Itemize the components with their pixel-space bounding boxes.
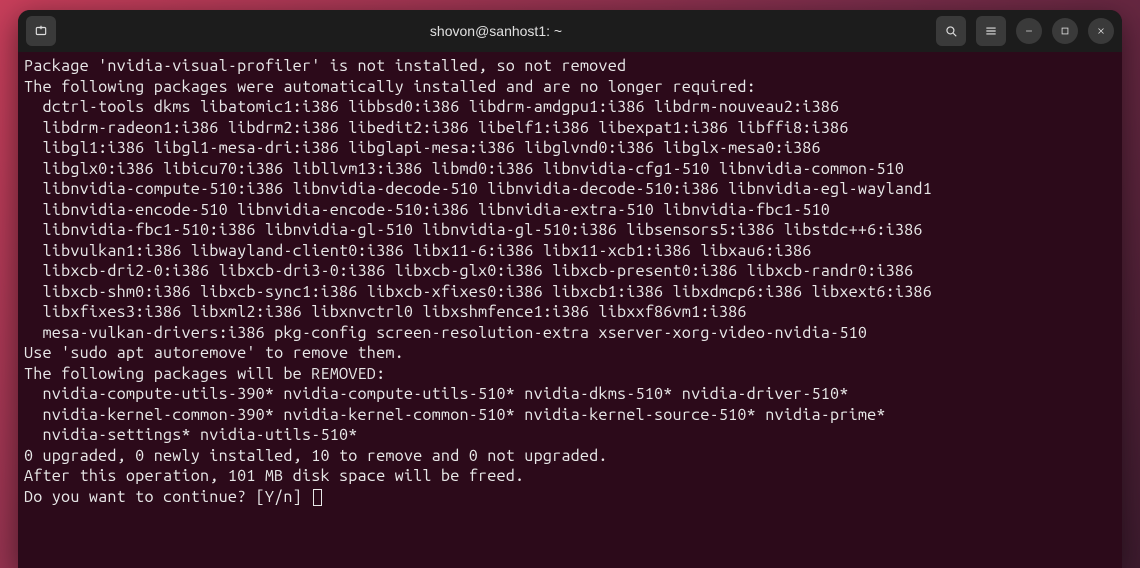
terminal-line: nvidia-settings* nvidia-utils-510* [24,425,1116,446]
terminal-line: Use 'sudo apt autoremove' to remove them… [24,343,1116,364]
menu-button[interactable] [976,16,1006,46]
terminal-line: libvulkan1:i386 libwayland-client0:i386 … [24,241,1116,262]
terminal-line: libxfixes3:i386 libxml2:i386 libxnvctrl0… [24,302,1116,323]
terminal-line: Do you want to continue? [Y/n] [24,487,1116,508]
terminal-line: libnvidia-encode-510 libnvidia-encode-51… [24,200,1116,221]
terminal-line: The following packages will be REMOVED: [24,364,1116,385]
terminal-line: nvidia-compute-utils-390* nvidia-compute… [24,384,1116,405]
terminal-line: libgl1:i386 libgl1-mesa-dri:i386 libglap… [24,138,1116,159]
terminal-line: libnvidia-fbc1-510:i386 libnvidia-gl-510… [24,220,1116,241]
terminal-line: libnvidia-compute-510:i386 libnvidia-dec… [24,179,1116,200]
close-button[interactable] [1088,18,1114,44]
search-button[interactable] [936,16,966,46]
terminal-line: libdrm-radeon1:i386 libdrm2:i386 libedit… [24,118,1116,139]
terminal-line: libxcb-dri2-0:i386 libxcb-dri3-0:i386 li… [24,261,1116,282]
terminal-output[interactable]: Package 'nvidia-visual-profiler' is not … [18,52,1122,568]
terminal-line: Package 'nvidia-visual-profiler' is not … [24,56,1116,77]
cursor [313,489,322,506]
titlebar: shovon@sanhost1: ~ [18,10,1122,52]
terminal-line: libglx0:i386 libicu70:i386 libllvm13:i38… [24,159,1116,180]
terminal-line: 0 upgraded, 0 newly installed, 10 to rem… [24,446,1116,467]
window-title: shovon@sanhost1: ~ [56,23,936,39]
terminal-window: shovon@sanhost1: ~ Package 'nvidia-visua… [18,10,1122,568]
terminal-line: libxcb-shm0:i386 libxcb-sync1:i386 libxc… [24,282,1116,303]
minimize-button[interactable] [1016,18,1042,44]
terminal-line: mesa-vulkan-drivers:i386 pkg-config scre… [24,323,1116,344]
maximize-button[interactable] [1052,18,1078,44]
terminal-line: nvidia-kernel-common-390* nvidia-kernel-… [24,405,1116,426]
terminal-line: After this operation, 101 MB disk space … [24,466,1116,487]
terminal-line: dctrl-tools dkms libatomic1:i386 libbsd0… [24,97,1116,118]
terminal-line: The following packages were automaticall… [24,77,1116,98]
new-tab-button[interactable] [26,16,56,46]
